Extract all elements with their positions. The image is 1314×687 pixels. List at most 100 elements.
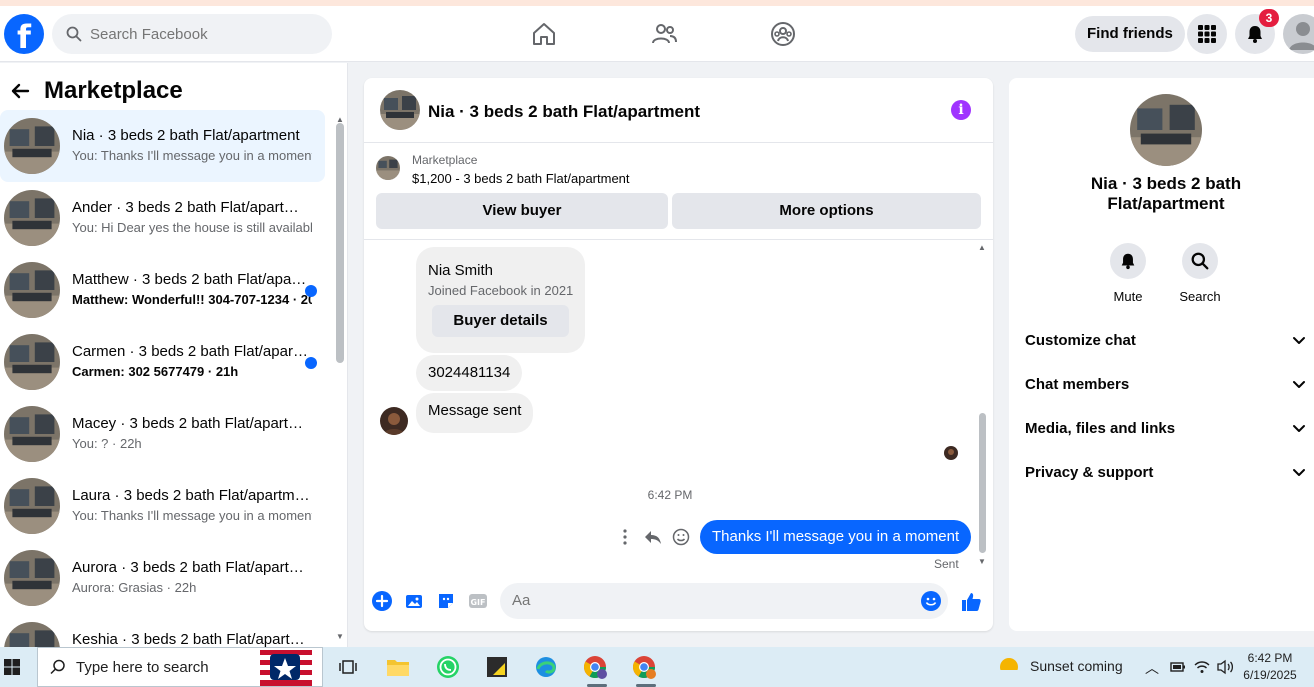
mute-button[interactable]: Mute [1098, 243, 1158, 304]
facebook-logo-icon[interactable]: f [4, 14, 44, 54]
kitchen-photo-icon [380, 90, 420, 130]
scroll-up-arrow-icon[interactable]: ▲ [978, 243, 986, 252]
windows-start-icon[interactable] [4, 659, 20, 675]
message-bubble-phone[interactable]: 3024481134 [416, 355, 523, 391]
thumbs-up-icon[interactable] [960, 591, 982, 613]
conversation-item[interactable]: Carmen · 3 beds 2 bath Flat/apartment Car… [0, 326, 325, 398]
sunset-icon [996, 658, 1022, 677]
seen-indicator-avatar [944, 446, 958, 460]
more-actions-icon[interactable] [616, 528, 634, 546]
search-in-chat-button[interactable]: Search [1170, 243, 1230, 304]
bell-icon [1121, 253, 1135, 270]
preview-text: You: Hi Dear yes the house is still avai… [72, 220, 312, 235]
conversation-item[interactable]: Macey · 3 beds 2 bath Flat/apartment You:… [0, 398, 325, 470]
conversation-name: Ander · 3 beds 2 bath Flat/apartment [72, 199, 310, 216]
outgoing-message-bubble[interactable]: Thanks I'll message you in a moment [700, 520, 972, 554]
info-section-row[interactable]: Customize chat [1025, 318, 1306, 362]
sidebar-scrollbar[interactable] [336, 123, 344, 363]
sticky-notes-button[interactable] [482, 652, 512, 682]
buyer-name: Nia Smith [428, 262, 494, 279]
view-buyer-button[interactable]: View buyer [376, 193, 668, 229]
conversation-preview: You: Thanks I'll message you in a moment… [72, 508, 312, 523]
info-icon[interactable]: i [951, 100, 971, 120]
conversation-item[interactable]: Matthew · 3 beds 2 bath Flat/apartment Ma… [0, 254, 325, 326]
search-label: Search [1179, 289, 1221, 304]
conversation-item[interactable]: Keshia · 3 beds 2 bath Flat/apartment [0, 614, 325, 647]
more-options-button[interactable]: More options [672, 193, 981, 229]
task-view-icon [339, 660, 357, 674]
message-thread: Nia Smith Joined Facebook in 2021 Buyer … [364, 241, 993, 571]
gif-icon[interactable]: GIF [468, 591, 488, 611]
profile-avatar[interactable] [1283, 14, 1314, 54]
search-input[interactable] [90, 25, 310, 43]
svg-text:GIF: GIF [470, 598, 485, 607]
info-panel-avatar[interactable] [1130, 94, 1202, 166]
search-icon [50, 659, 65, 675]
battery-icon[interactable] [1170, 660, 1186, 674]
conversation-item[interactable]: Aurora · 3 beds 2 bath Flat/apartment Aur… [0, 542, 325, 614]
taskbar-search-box[interactable]: Type here to search [37, 647, 323, 687]
listing-thumbnail[interactable] [376, 156, 400, 180]
clock-date: 6/19/2025 [1243, 668, 1297, 682]
edge-browser-button[interactable] [531, 652, 561, 682]
whatsapp-button[interactable] [433, 652, 463, 682]
person-photo-icon [944, 446, 958, 460]
menu-button[interactable] [1187, 14, 1227, 54]
tray-chevron-icon[interactable]: ︿ [1145, 658, 1159, 678]
conversation-name: Nia · 3 beds 2 bath Flat/apartment [72, 127, 300, 144]
info-section-row[interactable]: Chat members [1025, 362, 1306, 406]
info-section-row[interactable]: Media, files and links [1025, 406, 1306, 450]
chrome-profile-button[interactable] [580, 652, 610, 682]
info-section-label: Privacy & support [1025, 463, 1154, 481]
friends-icon[interactable] [650, 20, 678, 48]
conversation-name: Macey · 3 beds 2 bath Flat/apartment [72, 415, 310, 432]
home-icon[interactable] [530, 20, 558, 48]
scroll-down-arrow-icon[interactable]: ▼ [978, 557, 986, 566]
chrome-active-button[interactable] [629, 652, 659, 682]
message-bubble-sent-note[interactable]: Message sent [416, 393, 534, 433]
conversation-thumbnail [4, 190, 60, 246]
folder-icon [387, 660, 409, 676]
preview-text: You: Thanks I'll message you in a moment [72, 148, 312, 163]
wifi-icon[interactable] [1194, 659, 1210, 675]
task-view-button[interactable] [333, 652, 363, 682]
sticky-notes-icon [487, 657, 507, 677]
conversation-info-panel: Nia · 3 beds 2 bath Flat/apartment Mute … [1009, 78, 1314, 631]
weather-widget[interactable]: Sunset coming [996, 655, 1123, 677]
info-section-row[interactable]: Privacy & support [1025, 450, 1306, 494]
chat-panel: Nia · 3 beds 2 bath Flat/apartment i Mar… [364, 78, 993, 631]
message-timestamp: 6:42 PM [647, 488, 693, 502]
conversation-item[interactable]: Ander · 3 beds 2 bath Flat/apartment You:… [0, 182, 325, 254]
kitchen-photo-icon [1130, 94, 1202, 166]
message-input[interactable] [500, 583, 948, 619]
reply-icon[interactable] [644, 528, 662, 546]
preview-text: Aurora: Grasias [72, 580, 164, 595]
find-friends-button[interactable]: Find friends [1075, 16, 1185, 52]
conversation-item[interactable]: Laura · 3 beds 2 bath Flat/apartment You:… [0, 470, 325, 542]
chrome-icon [633, 656, 656, 679]
scroll-down-arrow-icon[interactable]: ▼ [336, 632, 344, 641]
react-smiley-icon[interactable] [672, 528, 690, 546]
conversation-thumbnail [4, 622, 60, 647]
sticker-icon[interactable] [436, 591, 456, 611]
listing-price-title[interactable]: $1,200 - 3 beds 2 bath Flat/apartment [412, 171, 630, 186]
chat-listing-avatar[interactable] [380, 90, 420, 130]
conversation-preview: You: Hi Dear yes the house is still avai… [72, 220, 312, 235]
groups-icon[interactable] [769, 20, 797, 48]
chevron-down-icon [1293, 469, 1305, 476]
search-box[interactable] [52, 14, 332, 54]
buyer-details-button[interactable]: Buyer details [432, 305, 569, 337]
conversation-preview: Carmen: 302 5677479 · 21h [72, 364, 312, 379]
file-explorer-button[interactable] [383, 652, 413, 682]
sender-avatar[interactable] [380, 407, 408, 435]
marketplace-listing-strip: Marketplace $1,200 - 3 beds 2 bath Flat/… [364, 144, 993, 240]
info-section-label: Customize chat [1025, 331, 1136, 349]
add-plus-icon[interactable] [372, 591, 392, 611]
back-arrow-icon[interactable] [10, 81, 30, 101]
chat-scrollbar[interactable] [979, 413, 986, 553]
emoji-icon[interactable] [921, 591, 941, 611]
volume-icon[interactable] [1216, 659, 1234, 675]
system-clock[interactable]: 6:42 PM 6/19/2025 [1238, 650, 1302, 684]
photo-attach-icon[interactable] [404, 591, 424, 611]
conversation-item[interactable]: Nia · 3 beds 2 bath Flat/apartment You: T… [0, 110, 325, 182]
